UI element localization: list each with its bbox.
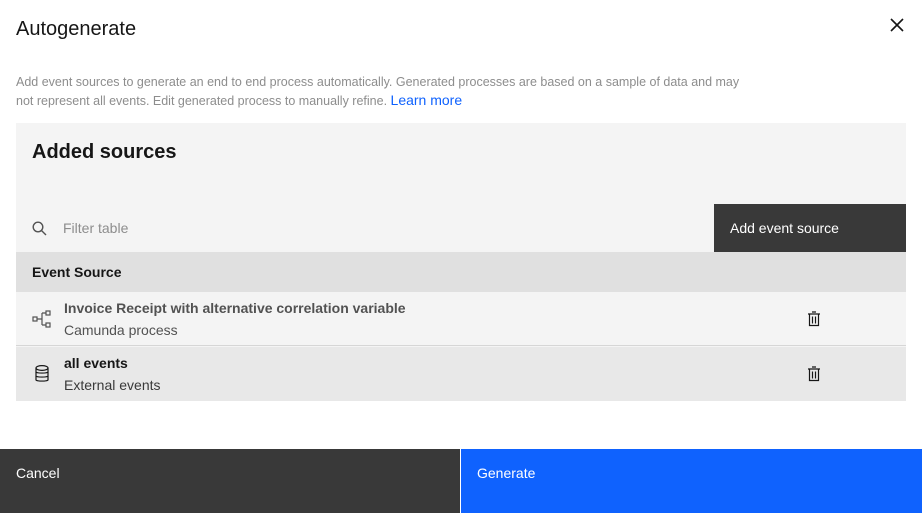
delete-row-button[interactable]: [804, 364, 824, 384]
row-source-type: Camunda process: [64, 321, 178, 338]
modal-footer: Cancel Generate: [0, 449, 922, 513]
row-source-name: Invoice Receipt with alternative correla…: [64, 299, 406, 316]
description-text: Add event sources to generate an end to …: [16, 75, 740, 108]
close-button[interactable]: [886, 14, 908, 36]
table-row: Invoice Receipt with alternative correla…: [16, 292, 906, 346]
row-text: Invoice Receipt with alternative correla…: [64, 298, 804, 340]
filter-search: [16, 204, 714, 252]
row-text: all events External events: [64, 353, 804, 395]
delete-row-button[interactable]: [804, 309, 824, 329]
added-sources-panel: Added sources Add event source Event Sou…: [16, 123, 906, 401]
panel-title: Added sources: [32, 141, 177, 163]
cancel-button[interactable]: Cancel: [0, 449, 460, 513]
trash-icon: [808, 366, 820, 382]
search-icon: [32, 220, 47, 236]
learn-more-link[interactable]: Learn more: [391, 92, 463, 108]
generate-button[interactable]: Generate: [460, 449, 922, 513]
add-event-source-button[interactable]: Add event source: [714, 204, 906, 252]
database-icon: [32, 364, 52, 384]
column-header-event-source: Event Source: [16, 252, 906, 292]
close-icon: [890, 18, 904, 32]
trash-icon: [808, 310, 820, 326]
process-flow-icon: [32, 309, 52, 329]
row-source-name: all events: [64, 355, 128, 371]
table-row: all events External events: [16, 347, 906, 401]
table-toolbar: Add event source: [16, 204, 906, 252]
filter-table-input[interactable]: [63, 220, 714, 236]
autogenerate-modal: Autogenerate Add event sources to genera…: [0, 0, 922, 513]
modal-title: Autogenerate: [16, 18, 137, 40]
modal-description: Add event sources to generate an end to …: [16, 73, 756, 110]
row-source-type: External events: [64, 377, 161, 393]
